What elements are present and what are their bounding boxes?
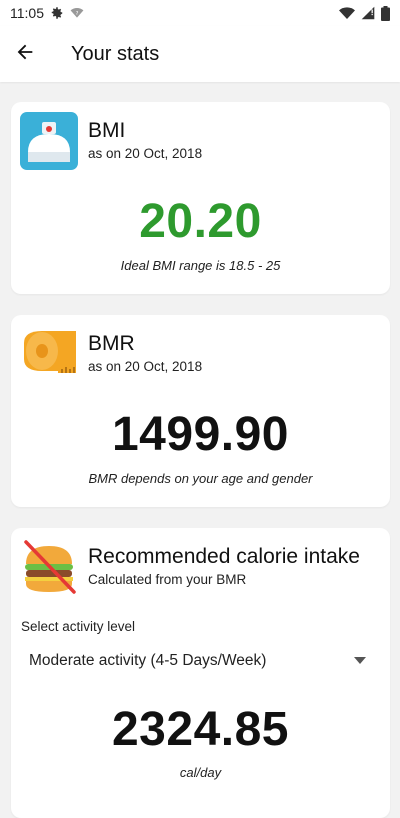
activity-level-value: Moderate activity (4-5 Days/Week) — [29, 652, 267, 669]
gear-icon — [50, 6, 64, 20]
arrow-back-icon — [14, 41, 36, 68]
activity-level-dropdown[interactable]: Moderate activity (4-5 Days/Week) — [21, 644, 380, 678]
status-time: 11:05 — [10, 5, 44, 21]
battery-icon — [381, 5, 390, 21]
bmi-caption: Ideal BMI range is 18.5 - 25 — [120, 258, 281, 273]
bmi-title: BMI — [88, 119, 126, 142]
svg-text:?: ? — [76, 11, 79, 17]
wifi-icon — [339, 6, 355, 20]
bmr-card: BMR as on 20 Oct, 2018 1499.90 BMR depen… — [11, 315, 390, 507]
bmi-date: as on 20 Oct, 2018 — [88, 146, 203, 161]
wifi-question-icon: ? — [70, 6, 84, 20]
calorie-unit: cal/day — [179, 765, 222, 780]
calorie-value: 2324.85 — [111, 703, 289, 756]
burger-crossed-icon — [20, 538, 78, 596]
app-bar: Your stats — [0, 26, 400, 82]
calorie-card: Recommended calorie intake Calculated fr… — [11, 528, 390, 818]
tape-measure-icon — [20, 325, 78, 383]
bmi-card: BMI as on 20 Oct, 2018 20.20 Ideal BMI r… — [11, 102, 390, 294]
bmr-caption: BMR depends on your age and gender — [88, 471, 313, 486]
back-button[interactable] — [0, 26, 53, 82]
calorie-subtitle: Calculated from your BMR — [88, 572, 247, 587]
page-title: Your stats — [71, 42, 160, 65]
dropdown-arrow-icon — [354, 652, 366, 670]
bmr-date: as on 20 Oct, 2018 — [88, 359, 203, 374]
bmr-value: 1499.90 — [111, 408, 289, 461]
signal-icon — [361, 6, 375, 20]
bmr-title: BMR — [88, 332, 135, 355]
scale-icon — [20, 112, 78, 170]
calorie-title: Recommended calorie intake — [88, 545, 360, 568]
bmi-value: 20.20 — [139, 195, 262, 248]
status-bar: 11:05 ? — [0, 0, 400, 26]
activity-select-label: Select activity level — [21, 619, 136, 634]
